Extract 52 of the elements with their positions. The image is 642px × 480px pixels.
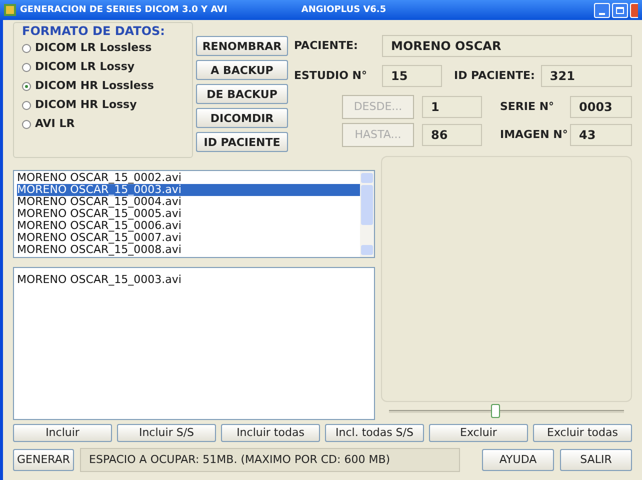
exit-button[interactable]: SALIR: [560, 449, 632, 471]
radio-option[interactable]: DICOM HR Lossy: [22, 96, 192, 115]
action-button[interactable]: RENOMBRAR: [196, 36, 288, 56]
maximize-button[interactable]: [612, 2, 628, 18]
list-item[interactable]: MORENO OSCAR_15_0003.avi: [17, 184, 360, 196]
minimize-button[interactable]: [594, 2, 610, 18]
generate-button[interactable]: GENERAR: [13, 449, 74, 471]
action-button[interactable]: Incluir S/S: [117, 424, 216, 442]
frame-slider[interactable]: [389, 402, 624, 420]
patient-id-field[interactable]: 321: [540, 65, 632, 87]
list-item[interactable]: MORENO OSCAR_15_0006.avi: [17, 220, 360, 232]
list-item[interactable]: MORENO OSCAR_15_0005.avi: [17, 208, 360, 220]
radio-option[interactable]: DICOM LR Lossless: [22, 39, 192, 58]
help-button[interactable]: AYUDA: [482, 449, 554, 471]
window-title: GENERACION DE SERIES DICOM 3.0 Y AVI: [20, 4, 228, 16]
action-button[interactable]: A BACKUP: [196, 60, 288, 80]
series-label: SERIE N°: [500, 98, 556, 115]
list-item[interactable]: MORENO OSCAR_15_0007.avi: [17, 232, 360, 244]
study-field[interactable]: 15: [382, 65, 442, 87]
radio-option[interactable]: DICOM LR Lossy: [22, 58, 192, 77]
scrollbar[interactable]: [360, 171, 374, 257]
close-button[interactable]: [630, 2, 638, 18]
radio-button[interactable]: [22, 63, 31, 72]
app-version: ANGIOPLUS V6.5: [301, 4, 386, 16]
image-field[interactable]: 43: [570, 124, 632, 146]
action-button[interactable]: ID PACIENTE: [196, 132, 288, 152]
action-button[interactable]: DICOMDIR: [196, 108, 288, 128]
radio-button[interactable]: [22, 44, 31, 53]
radio-option[interactable]: DICOM HR Lossless: [22, 77, 192, 96]
action-button[interactable]: Excluir todas: [533, 424, 632, 442]
action-button[interactable]: Incluir: [13, 424, 112, 442]
radio-button[interactable]: [22, 120, 31, 129]
status-text: ESPACIO A OCUPAR: 51MB. (MAXIMO POR CD: 600 MB): [89, 452, 390, 468]
action-button[interactable]: Excluir: [429, 424, 528, 442]
patient-id-label: ID PACIENTE:: [454, 68, 535, 84]
list-item[interactable]: MORENO OSCAR_15_0003.avi: [17, 272, 374, 288]
radio-button[interactable]: [22, 82, 31, 91]
action-button[interactable]: Incl. todas S/S: [325, 424, 424, 442]
app-icon: [4, 4, 16, 16]
radio-option[interactable]: AVI LR: [22, 115, 192, 134]
image-label: IMAGEN N°: [500, 126, 569, 143]
list-item[interactable]: MORENO OSCAR_15_0004.avi: [17, 196, 360, 208]
series-field[interactable]: 0003: [570, 96, 632, 118]
action-button[interactable]: DE BACKUP: [196, 84, 288, 104]
radio-button[interactable]: [22, 101, 31, 110]
patient-label: PACIENTE:: [294, 38, 359, 54]
study-label: ESTUDIO N°: [294, 68, 368, 84]
patient-field[interactable]: MORENO OSCAR: [382, 35, 632, 57]
list-item[interactable]: MORENO OSCAR_15_0008.avi: [17, 244, 360, 256]
group-title: FORMATO DE DATOS:: [22, 23, 166, 39]
list-item[interactable]: MORENO OSCAR_15_0002.avi: [17, 172, 360, 184]
action-button[interactable]: Incluir todas: [221, 424, 320, 442]
